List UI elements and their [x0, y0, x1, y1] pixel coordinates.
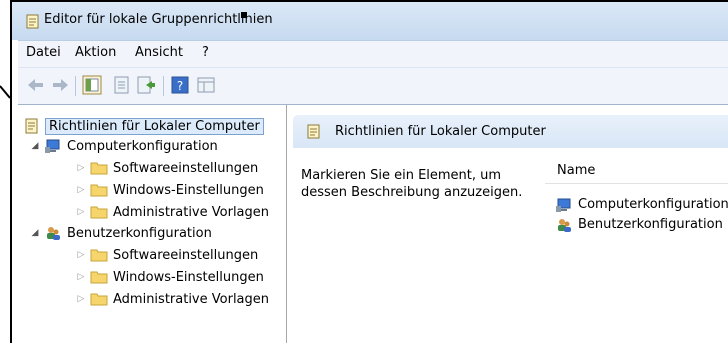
column-header-name[interactable]: Name [545, 157, 728, 184]
tree-item-windows-user[interactable]: ▷ Windows-Einstellungen [76, 267, 264, 287]
main-content: Richtlinien für Lokaler Computer ◢ Compu… [18, 104, 728, 343]
list-item-label: Benutzerkonfiguration [578, 217, 723, 232]
tree-label: Computerkonfiguration [67, 138, 218, 154]
collapse-icon[interactable]: ◢ [30, 141, 40, 151]
show-hide-tree-icon[interactable] [82, 75, 102, 95]
tree-root[interactable]: Richtlinien für Lokaler Computer [22, 116, 264, 136]
menu-aktion[interactable]: Aktion [75, 45, 116, 60]
details-header: Richtlinien für Lokaler Computer [293, 115, 728, 148]
folder-icon [90, 293, 108, 306]
folder-icon [90, 184, 108, 197]
tree-pane: Richtlinien für Lokaler Computer ◢ Compu… [18, 105, 287, 343]
toolbar-separator [75, 76, 76, 96]
collapse-icon[interactable]: ◢ [30, 228, 40, 238]
tree-item-software-user[interactable]: ▷ Softwareeinstellungen [76, 245, 259, 265]
title-bar: Editor für lokale Gruppenrichtlinien [12, 2, 728, 40]
items-list: Name Computerkonfiguration Benutzerkonfi… [545, 157, 728, 343]
window-title: Editor für lokale Gruppenrichtlinien [44, 12, 273, 27]
details-pane: Richtlinien für Lokaler Computer Markier… [293, 105, 728, 343]
tree-label: Administrative Vorlagen [113, 291, 270, 307]
list-item-user[interactable]: Benutzerkonfiguration [555, 215, 723, 234]
tree-item-user[interactable]: ◢ Benutzerkonfiguration [30, 223, 212, 243]
cursor-marker [241, 12, 247, 18]
menu-bar: Datei Aktion Ansicht ? [18, 40, 728, 67]
properties-icon[interactable] [112, 75, 132, 95]
tree-label: Administrative Vorlagen [113, 204, 270, 220]
column-header-label: Name [557, 163, 596, 178]
folder-icon [90, 162, 108, 175]
policy-document-icon [26, 14, 39, 29]
expand-icon[interactable]: ▷ [76, 250, 86, 260]
folder-icon [90, 271, 108, 284]
back-icon[interactable] [26, 75, 46, 95]
tree-item-admin-user[interactable]: ▷ Administrative Vorlagen [76, 289, 269, 309]
computer-icon [556, 198, 571, 212]
tree-root-label: Richtlinien für Lokaler Computer [45, 117, 264, 135]
gpedit-window: Editor für lokale Gruppenrichtlinien Dat… [10, 0, 728, 343]
tree-label: Windows-Einstellungen [113, 269, 264, 285]
help-icon[interactable]: ? [170, 75, 190, 95]
menu-ansicht[interactable]: Ansicht [135, 45, 183, 60]
details-title: Richtlinien für Lokaler Computer [335, 124, 546, 139]
list-item-label: Computerkonfiguration [578, 197, 728, 212]
expand-icon[interactable]: ▷ [76, 272, 86, 282]
expand-icon[interactable]: ▷ [76, 163, 86, 173]
tree-item-computer[interactable]: ◢ Computerkonfiguration [30, 136, 218, 156]
users-icon [558, 218, 571, 232]
expand-icon[interactable]: ▷ [76, 185, 86, 195]
list-item-computer[interactable]: Computerkonfiguration [555, 195, 728, 214]
policy-document-icon [307, 124, 320, 139]
expand-icon[interactable]: ▷ [76, 207, 86, 217]
tree-label: Windows-Einstellungen [113, 182, 264, 198]
tree-label: Softwareeinstellungen [113, 160, 259, 176]
folder-icon [90, 249, 108, 262]
menu-help[interactable]: ? [202, 45, 209, 60]
description-text: Markieren Sie ein Element, um dessen Bes… [301, 168, 523, 200]
show-filter-icon[interactable] [196, 75, 216, 95]
toolbar-separator [163, 76, 164, 96]
tree-item-software-computer[interactable]: ▷ Softwareeinstellungen [76, 158, 259, 178]
toolbar: ? [18, 67, 728, 104]
tree-item-windows-computer[interactable]: ▷ Windows-Einstellungen [76, 180, 264, 200]
users-icon [47, 227, 60, 240]
tree-label: Softwareeinstellungen [113, 247, 259, 263]
export-list-icon[interactable] [136, 75, 156, 95]
forward-icon[interactable] [50, 75, 70, 95]
tree-item-admin-computer[interactable]: ▷ Administrative Vorlagen [76, 202, 269, 222]
expand-icon[interactable]: ▷ [76, 294, 86, 304]
svg-text:?: ? [177, 79, 183, 93]
folder-icon [90, 206, 108, 219]
policy-document-icon [25, 118, 38, 134]
computer-icon [45, 139, 60, 153]
menu-datei[interactable]: Datei [26, 45, 61, 60]
tree-label: Benutzerkonfiguration [67, 225, 212, 241]
